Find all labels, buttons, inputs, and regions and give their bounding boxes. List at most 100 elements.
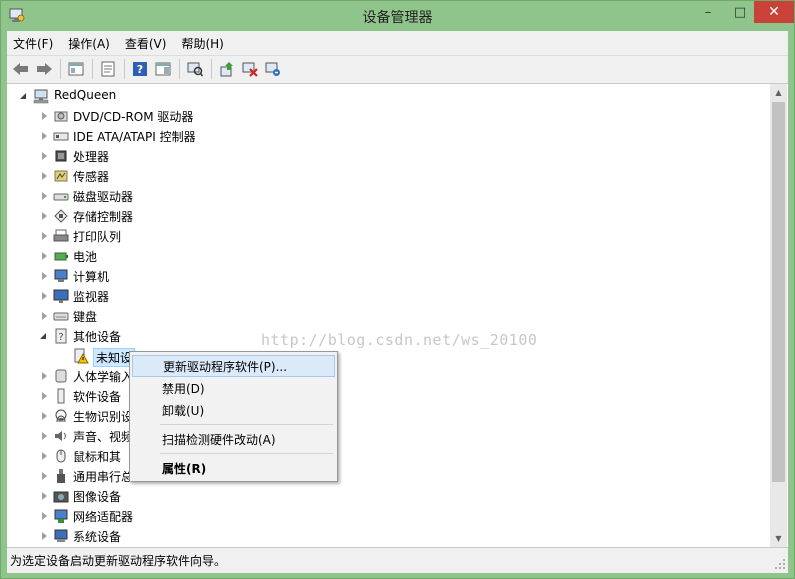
expand-toggle[interactable] (42, 472, 47, 480)
expand-toggle[interactable] (42, 192, 47, 200)
expand-toggle[interactable] (42, 112, 47, 120)
forward-icon (37, 62, 52, 75)
tree-category-item[interactable]: 磁盘驱动器 (7, 186, 307, 206)
expand-toggle[interactable] (42, 212, 47, 220)
context-menu-properties[interactable]: 属性(R) (132, 457, 335, 479)
disable-device-button[interactable] (239, 58, 261, 80)
tree-item-label: 打印队列 (73, 230, 122, 244)
tree-item-label: 存储控制器 (73, 210, 134, 224)
expand-toggle[interactable] (42, 172, 47, 180)
context-menu-uninstall[interactable]: 卸载(U) (132, 399, 335, 421)
tree-category-item[interactable]: IDE ATA/ATAPI 控制器 (7, 126, 307, 146)
client-area: 文件(F) 操作(A) 查看(V) 帮助(H) ? RedQueen DVD/C… (7, 31, 788, 573)
tree-item-label: 其他设备 (73, 330, 122, 344)
show-hide-action-pane-icon (155, 62, 171, 75)
expand-toggle[interactable] (42, 252, 47, 260)
help-button[interactable]: ? (129, 58, 151, 80)
tree-item-label: 处理器 (73, 150, 110, 164)
scroll-up-arrow-icon[interactable]: ▲ (770, 84, 787, 101)
context-menu-update-driver-software[interactable]: 更新驱动程序软件(P)... (132, 355, 335, 377)
expand-toggle[interactable] (40, 333, 46, 339)
show-hide-tree-button[interactable] (65, 58, 87, 80)
tree-item-label: 计算机 (73, 270, 110, 284)
expand-toggle[interactable] (42, 292, 47, 300)
tree-item-label: 电池 (73, 250, 98, 264)
minimize-button[interactable]: – (691, 1, 725, 23)
show-hide-action-pane-button[interactable] (152, 58, 174, 80)
tree-item-label: 网络适配器 (73, 510, 134, 524)
uninstall-device-button[interactable] (262, 58, 284, 80)
tree-category-item[interactable]: 键盘 (7, 306, 307, 326)
scroll-down-arrow-icon[interactable]: ▼ (770, 530, 787, 547)
menu-file[interactable]: 文件(F) (7, 33, 59, 53)
context-menu-separator (160, 424, 333, 425)
forward-button[interactable] (33, 58, 55, 80)
unknown-category-icon: ? (55, 328, 67, 344)
disable-device-icon (242, 62, 258, 77)
update-driver-icon (220, 61, 233, 76)
storage-controller-icon (54, 209, 68, 223)
scan-hardware-button[interactable] (184, 58, 206, 80)
menu-help[interactable]: 帮助(H) (175, 33, 229, 53)
context-menu-disable[interactable]: 禁用(D) (132, 377, 335, 399)
tree-item-label: 监视器 (73, 290, 110, 304)
toolbar-separator (124, 58, 125, 79)
expand-toggle[interactable] (42, 432, 47, 440)
device-tree[interactable]: RedQueen DVD/CD-ROM 驱动器 IDE ATA/ATAPI 控制器… (7, 84, 770, 547)
tree-root[interactable]: RedQueen (7, 86, 307, 106)
tree-category-item[interactable]: 系统设备 (7, 526, 307, 546)
close-button[interactable]: ✕ (754, 1, 794, 23)
tree-item-label: 声音、视频 (73, 430, 134, 444)
computer-root-icon (33, 89, 49, 104)
expand-toggle[interactable] (42, 372, 47, 380)
expand-toggle[interactable] (42, 232, 47, 240)
maximize-button[interactable]: □ (725, 1, 755, 23)
menu-action[interactable]: 操作(A) (62, 33, 116, 53)
keyboard-icon (53, 312, 69, 321)
software-device-icon (57, 388, 65, 404)
printer-icon (53, 229, 69, 242)
device-manager-window: 设备管理器 – □ ✕ 文件(F) 操作(A) 查看(V) 帮助(H) ? Re… (0, 0, 795, 579)
tree-category-item[interactable]: 电池 (7, 246, 307, 266)
toolbar-separator (60, 58, 61, 79)
expand-toggle[interactable] (42, 272, 47, 280)
tree-category-item[interactable]: 图像设备 (7, 486, 307, 506)
tree-category-item[interactable]: DVD/CD-ROM 驱动器 (7, 106, 307, 126)
tree-category-item[interactable]: 监视器 (7, 286, 307, 306)
expand-toggle[interactable] (42, 412, 47, 420)
expand-toggle[interactable] (42, 152, 47, 160)
tree-category-item[interactable]: 打印队列 (7, 226, 307, 246)
tree-category-item[interactable]: 处理器 (7, 146, 307, 166)
toolbar-separator (211, 58, 212, 79)
expand-toggle[interactable] (42, 532, 47, 540)
mouse-icon (56, 449, 66, 463)
tree-item-label: 系统设备 (73, 530, 122, 544)
expand-toggle[interactable] (42, 392, 47, 400)
uninstall-device-icon (265, 62, 280, 76)
processor-icon (55, 150, 67, 162)
expand-toggle[interactable] (42, 492, 47, 500)
expand-toggle[interactable] (20, 93, 26, 99)
context-menu-scan-hardware-changes[interactable]: 扫描检测硬件改动(A) (132, 428, 335, 450)
svg-text:?: ? (58, 332, 63, 343)
tree-category-item[interactable]: 存储控制器 (7, 206, 307, 226)
computer-icon (54, 269, 68, 282)
vertical-scrollbar[interactable]: ▲ ▼ (770, 84, 787, 547)
resize-grip-icon[interactable] (774, 558, 786, 570)
scrollbar-thumb[interactable] (772, 102, 785, 482)
tree-category-item[interactable]: 传感器 (7, 166, 307, 186)
monitor-icon (53, 289, 69, 303)
expand-toggle[interactable] (42, 512, 47, 520)
expand-toggle[interactable] (42, 132, 47, 140)
tree-category-item[interactable]: 计算机 (7, 266, 307, 286)
biometric-icon (55, 409, 67, 423)
update-driver-button[interactable] (216, 58, 238, 80)
menu-view[interactable]: 查看(V) (119, 33, 173, 53)
back-button[interactable] (10, 58, 32, 80)
expand-toggle[interactable] (42, 452, 47, 460)
properties-button[interactable] (97, 58, 119, 80)
expand-toggle[interactable] (42, 312, 47, 320)
title-bar[interactable]: 设备管理器 – □ ✕ (1, 1, 794, 31)
back-icon (13, 62, 28, 75)
tree-category-item[interactable]: 网络适配器 (7, 506, 307, 526)
